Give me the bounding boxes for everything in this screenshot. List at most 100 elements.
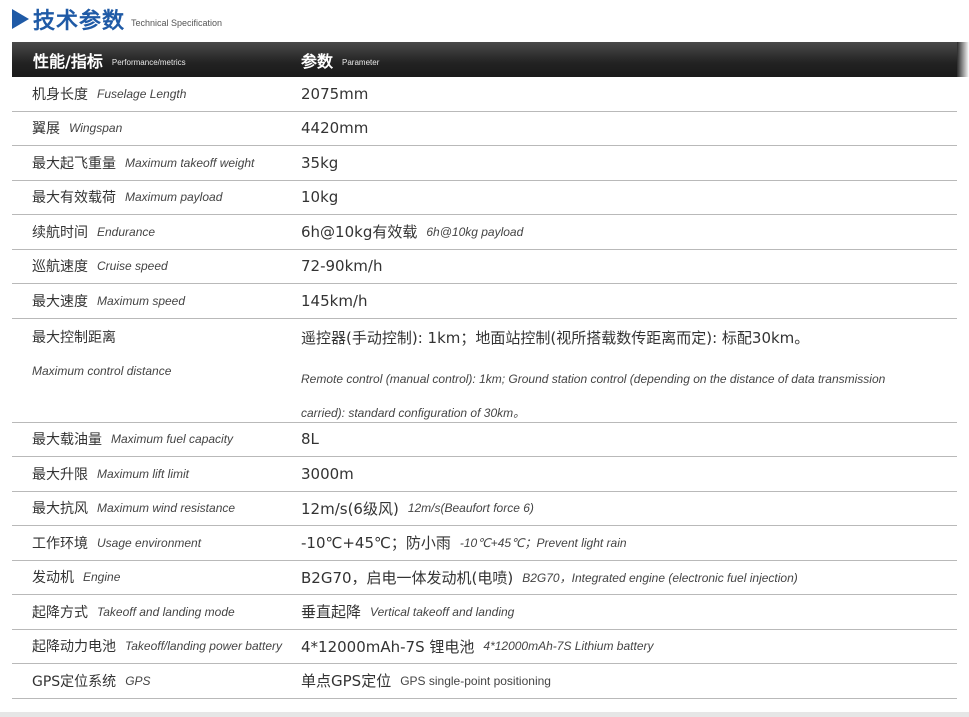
metric-cell: 翼展 Wingspan (12, 118, 301, 138)
metric-cn: 工作环境 (32, 535, 88, 552)
section-title-en: Technical Specification (131, 18, 223, 28)
value-cell: 6h@10kg有效载 6h@10kg payload (301, 221, 957, 242)
table-row: 巡航速度 Cruise speed 72-90km/h (12, 250, 957, 284)
value-en-text: 12m/s(Beaufort force 6) (407, 501, 534, 516)
header-parameter-column: 参数 Parameter (301, 42, 957, 77)
table-row: 最大有效载荷 Maximum payload 10kg (12, 181, 957, 215)
table-row: 最大速度 Maximum speed 145km/h (12, 284, 957, 319)
metric-en: Maximum speed (97, 293, 186, 308)
table-header: 性能/指标 Performance/metrics 参数 Parameter (12, 42, 969, 77)
metric-en: Maximum control distance (32, 363, 172, 378)
value-text: 单点GPS定位 (301, 672, 392, 691)
value-en-text: GPS single-point positioning (400, 673, 551, 688)
value-text: 垂直起降 (301, 603, 362, 622)
value-cell: 145km/h (301, 292, 957, 310)
metric-cell: 起降动力电池 Takeoff/landing power battery (12, 636, 301, 656)
bottom-divider (0, 712, 969, 717)
section-title: 技术参数 Technical Specification (12, 2, 222, 36)
value-text: B2G70，启电一体发动机(电喷) (301, 568, 514, 587)
table-row: 工作环境 Usage environment -10℃+45℃；防小雨 -10℃… (12, 526, 957, 561)
metric-cell: 最大抗风 Maximum wind resistance (12, 498, 301, 518)
header-parameter-en: Parameter (342, 57, 380, 67)
value-cell: B2G70，启电一体发动机(电喷) B2G70，Integrated engin… (301, 567, 957, 588)
spec-table: 性能/指标 Performance/metrics 参数 Parameter 机… (12, 42, 969, 699)
metric-cell: 最大速度 Maximum speed (12, 291, 301, 311)
value-cell: 4420mm (301, 119, 957, 137)
metric-cn: 最大起飞重量 (32, 155, 116, 172)
metric-cell: 最大载油量 Maximum fuel capacity (12, 429, 301, 449)
table-row: GPS定位系统 GPS 单点GPS定位 GPS single-point pos… (12, 664, 957, 699)
table-row: 翼展 Wingspan 4420mm (12, 112, 957, 146)
value-text: -10℃+45℃；防小雨 (301, 534, 451, 553)
metric-en: Takeoff and landing mode (97, 604, 235, 619)
header-metric-en: Performance/metrics (111, 57, 186, 67)
value-en-text: 6h@10kg payload (426, 224, 524, 239)
metric-cn: 翼展 (32, 121, 60, 138)
metric-cn: GPS定位系统 (32, 673, 117, 690)
metric-en: Maximum payload (125, 190, 223, 205)
metric-cn: 最大升限 (32, 466, 88, 483)
value-cell: 10kg (301, 188, 957, 206)
metric-cn: 最大载油量 (32, 432, 102, 449)
value-cell: 8L (301, 430, 957, 448)
table-row: 机身长度 Fuselage Length 2075mm (12, 77, 957, 112)
value-text: 4*12000mAh-7S 锂电池 (301, 637, 475, 656)
metric-cn: 最大控制距离 (32, 329, 116, 346)
value-cell: 3000m (301, 465, 957, 483)
value-text: 3000m (301, 464, 354, 483)
value-text: 2075mm (301, 84, 369, 103)
value-cell: 4*12000mAh-7S 锂电池 4*12000mAh-7S Lithium … (301, 636, 957, 657)
triangle-arrow-icon (12, 9, 29, 29)
table-row: 发动机 Engine B2G70，启电一体发动机(电喷) B2G70，Integ… (12, 561, 957, 595)
value-cell: 垂直起降 Vertical takeoff and landing (301, 601, 957, 622)
metric-en: Cruise speed (97, 259, 168, 274)
metric-cell: 最大控制距离 Maximum control distance (12, 319, 301, 422)
metric-cn: 起降动力电池 (32, 639, 116, 656)
table-row: 最大起飞重量 Maximum takeoff weight 35kg (12, 146, 957, 181)
metric-cn: 巡航速度 (32, 259, 88, 276)
metric-cn: 机身长度 (32, 86, 88, 103)
value-text: 4420mm (301, 119, 369, 138)
value-en-text: Vertical takeoff and landing (370, 604, 515, 619)
value-cell: 72-90km/h (301, 257, 957, 275)
value-text: 35kg (301, 153, 339, 172)
table-row: 起降方式 Takeoff and landing mode 垂直起降 Verti… (12, 595, 957, 630)
metric-cell: 巡航速度 Cruise speed (12, 256, 301, 276)
table-row: 最大抗风 Maximum wind resistance 12m/s(6级风) … (12, 492, 957, 526)
value-text: 6h@10kg有效载 (301, 223, 418, 242)
metric-cn: 起降方式 (32, 604, 88, 621)
metric-cn: 最大抗风 (32, 501, 88, 518)
table-row: 最大升限 Maximum lift limit 3000m (12, 457, 957, 492)
metric-en: Maximum takeoff weight (125, 155, 255, 170)
metric-en: Takeoff/landing power battery (125, 639, 282, 654)
value-text: 8L (301, 430, 319, 449)
metric-cell: 续航时间 Endurance (12, 222, 301, 242)
value-cell: -10℃+45℃；防小雨 -10℃+45℃；Prevent light rain (301, 532, 957, 553)
section-title-cn: 技术参数 (33, 9, 126, 34)
metric-cn: 发动机 (32, 570, 74, 587)
value-text: 145km/h (301, 291, 368, 310)
metric-en: Maximum lift limit (97, 466, 189, 481)
value-cell: 遥控器(手动控制): 1km；地面站控制(视所搭载数传距离而定): 标配30km… (301, 319, 957, 422)
value-en-text: Remote control (manual control): 1km; Gr… (301, 371, 886, 420)
metric-cn: 最大速度 (32, 293, 88, 310)
value-en-text: B2G70，Integrated engine (electronic fuel… (522, 570, 798, 585)
metric-cn: 续航时间 (32, 224, 88, 241)
value-cell: 12m/s(6级风) 12m/s(Beaufort force 6) (301, 498, 957, 519)
metric-cn: 最大有效载荷 (32, 190, 116, 207)
table-row: 最大控制距离 Maximum control distance 遥控器(手动控制… (12, 319, 957, 423)
header-metric-cn: 性能/指标 (33, 51, 103, 71)
metric-cell: 起降方式 Takeoff and landing mode (12, 602, 301, 622)
metric-en: Fuselage Length (97, 86, 187, 101)
metric-en: GPS (125, 673, 151, 688)
value-text: 10kg (301, 188, 339, 207)
value-en-text: -10℃+45℃；Prevent light rain (459, 536, 627, 551)
table-row: 起降动力电池 Takeoff/landing power battery 4*1… (12, 630, 957, 664)
metric-en: Maximum wind resistance (97, 501, 236, 516)
metric-en: Usage environment (97, 535, 202, 550)
metric-cell: 最大起飞重量 Maximum takeoff weight (12, 153, 301, 173)
value-text: 12m/s(6级风) (301, 499, 399, 518)
value-en-text: 4*12000mAh-7S Lithium battery (483, 639, 654, 654)
metric-en: Engine (83, 570, 121, 585)
value-cell: 35kg (301, 154, 957, 172)
